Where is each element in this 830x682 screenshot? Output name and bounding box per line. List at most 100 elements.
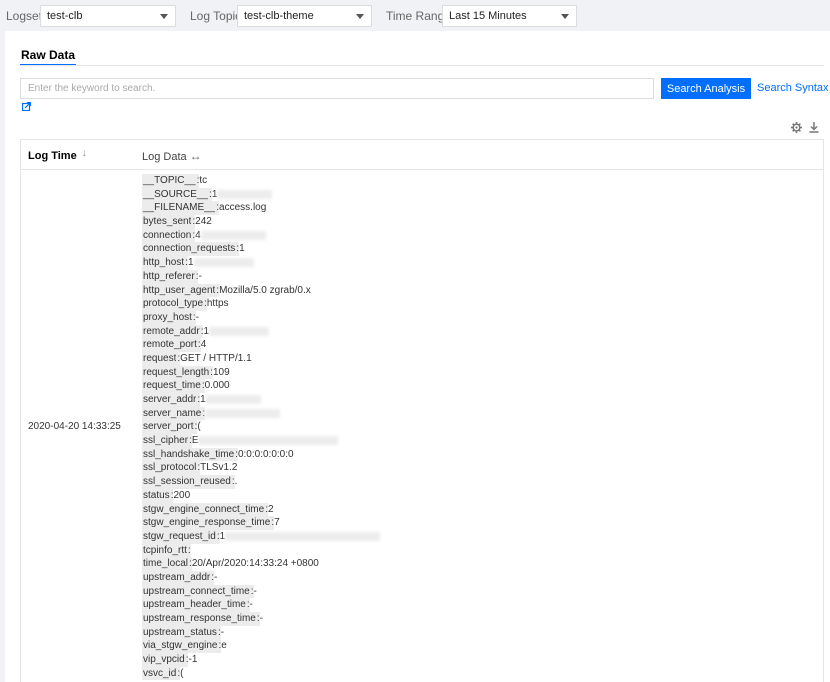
download-icon[interactable] <box>809 122 819 133</box>
log-field-key[interactable]: remote_addr <box>142 324 200 339</box>
log-field-key[interactable]: server_name <box>142 406 202 421</box>
log-field-value[interactable]: 1 <box>239 242 245 256</box>
log-field-value[interactable]: - <box>250 598 253 612</box>
log-field-key[interactable]: request_length <box>142 365 210 380</box>
time-range-select[interactable]: Last 15 Minutes <box>442 5 577 27</box>
log-field-key[interactable]: upstream_addr <box>142 570 211 585</box>
logset-select[interactable]: test-clb <box>40 5 176 27</box>
log-field-value[interactable]: 0.000 <box>205 379 230 393</box>
log-field-value[interactable]: -1 <box>188 653 197 667</box>
log-field-key[interactable]: http_referer <box>142 269 195 284</box>
log-field-value[interactable]: - <box>196 311 199 325</box>
log-field-key[interactable]: stgw_engine_response_time <box>142 516 271 530</box>
log-field-value[interactable]: 1 <box>200 393 206 407</box>
log-field-key[interactable]: http_user_agent <box>142 283 216 298</box>
topic-select[interactable]: test-clb-theme <box>237 5 372 27</box>
chevron-down-icon <box>561 14 569 19</box>
sort-down-icon[interactable]: ↓ <box>82 148 87 159</box>
log-field-key[interactable]: vip_vpcid <box>142 653 185 667</box>
redacted-value <box>205 395 261 405</box>
log-field-value[interactable]: 7 <box>274 516 280 530</box>
log-field-value[interactable]: 2 <box>268 503 274 517</box>
log-field-key[interactable]: upstream_status <box>142 625 217 640</box>
log-field-value[interactable]: - <box>254 585 257 599</box>
log-field-value[interactable]: - <box>260 612 263 626</box>
log-field-value[interactable]: 0:0:0:0:0:0:0 <box>238 448 294 462</box>
log-field-value[interactable]: 1 <box>188 256 194 270</box>
log-field-row: bytes_sent:242 <box>142 215 822 229</box>
external-link-icon[interactable] <box>22 102 31 111</box>
log-field-key[interactable]: vsvc_id <box>142 666 177 681</box>
log-field-value[interactable]: https <box>207 297 229 311</box>
log-field-value[interactable]: 109 <box>213 366 230 380</box>
log-field-row: connection:4 <box>142 228 822 243</box>
log-time-cell: 2020-04-20 14:33:25 <box>28 421 121 432</box>
log-field-key[interactable]: upstream_response_time <box>142 612 256 626</box>
log-field-row: server_addr:1 <box>142 393 822 407</box>
log-field-value[interactable]: - <box>221 626 224 640</box>
log-field-key[interactable]: protocol_type <box>142 297 204 311</box>
log-field-value[interactable]: e <box>221 639 227 653</box>
log-field-value[interactable]: - <box>198 270 201 284</box>
log-field-key[interactable]: stgw_engine_connect_time <box>142 502 265 517</box>
log-field-value[interactable]: access.log <box>219 201 266 215</box>
log-field-key[interactable]: __FILENAME__ <box>142 201 216 216</box>
log-field-key[interactable]: __TOPIC__ <box>142 174 196 188</box>
log-field-key[interactable]: upstream_header_time <box>142 598 246 613</box>
log-field-key[interactable]: via_stgw_engine <box>142 639 218 654</box>
log-field-value[interactable]: Mozilla/5.0 zgrab/0.x <box>219 284 311 298</box>
log-field-value[interactable]: E <box>192 434 199 448</box>
log-field-key[interactable]: ssl_handshake_time <box>142 447 235 462</box>
search-syntax-link[interactable]: Search Syntax <box>757 82 829 94</box>
search-input[interactable] <box>20 78 654 99</box>
log-field-row: server_name: <box>142 406 822 421</box>
log-field-value[interactable]: 4 <box>195 229 201 243</box>
log-field-row: upstream_status: - <box>142 625 822 640</box>
log-field-key[interactable]: ssl_cipher <box>142 434 189 448</box>
tab-raw-data[interactable]: Raw Data <box>20 48 76 66</box>
log-field-value[interactable]: 4 <box>201 338 207 352</box>
search-analysis-button[interactable]: Search Analysis <box>661 78 751 99</box>
log-field-key[interactable]: http_host <box>142 256 185 270</box>
log-field-value[interactable]: GET / HTTP/1.1 <box>180 352 252 366</box>
log-field-key[interactable]: __SOURCE__ <box>142 187 209 202</box>
log-field-key[interactable]: connection_requests <box>142 242 236 257</box>
log-field-row: vip_vpcid: -1 <box>142 653 822 667</box>
log-field-key[interactable]: bytes_sent <box>142 215 192 229</box>
log-field-value[interactable]: ( <box>197 420 200 434</box>
log-field-key[interactable]: time_local <box>142 557 189 571</box>
log-field-key[interactable]: server_port <box>142 420 194 435</box>
log-field-row: __SOURCE__:1 <box>142 187 822 202</box>
chevron-down-icon <box>160 14 168 19</box>
log-field-key[interactable]: tcpinfo_rtt <box>142 543 187 558</box>
log-field-key[interactable]: upstream_connect_time <box>142 584 250 599</box>
log-field-value[interactable]: 200 <box>173 489 190 503</box>
log-field-key[interactable]: proxy_host <box>142 310 192 325</box>
log-field-value[interactable]: tc <box>199 174 207 188</box>
log-field-value[interactable]: ( <box>180 667 183 681</box>
expand-horizontal-icon[interactable]: ↔ <box>190 149 202 163</box>
log-field-row: upstream_response_time: - <box>142 612 822 626</box>
log-field-value[interactable]: - <box>214 571 217 585</box>
log-field-key[interactable]: server_addr <box>142 393 197 407</box>
log-field-value[interactable]: 242 <box>195 215 212 229</box>
log-field-key[interactable]: request <box>142 351 177 366</box>
column-log-time[interactable]: Log Time ↓ <box>28 148 87 162</box>
log-field-key[interactable]: connection <box>142 228 192 243</box>
log-field-value[interactable]: 20/Apr/2020:14:33:24 +0800 <box>192 557 319 571</box>
log-field-row: connection_requests:1 <box>142 242 822 257</box>
gear-icon[interactable] <box>791 122 802 133</box>
log-field-value[interactable]: . <box>235 475 238 489</box>
log-field-row: http_user_agent: Mozilla/5.0 zgrab/0.x <box>142 283 822 298</box>
log-field-key[interactable]: request_time <box>142 379 201 394</box>
log-field-row: ssl_handshake_time:0:0:0:0:0:0:0 <box>142 447 822 462</box>
log-field-row: via_stgw_engine: e <box>142 639 822 654</box>
log-field-key[interactable]: status <box>142 488 170 503</box>
log-field-value[interactable]: TLSv1.2 <box>200 461 237 475</box>
log-field-key[interactable]: ssl_session_reused <box>142 475 231 489</box>
log-field-key[interactable]: stgw_request_id <box>142 529 216 544</box>
log-field-row: ssl_cipher: E <box>142 434 822 448</box>
log-field-key[interactable]: remote_port <box>142 338 197 352</box>
log-field-row: vsvc_id:( <box>142 666 822 681</box>
log-field-key[interactable]: ssl_protocol <box>142 461 197 476</box>
